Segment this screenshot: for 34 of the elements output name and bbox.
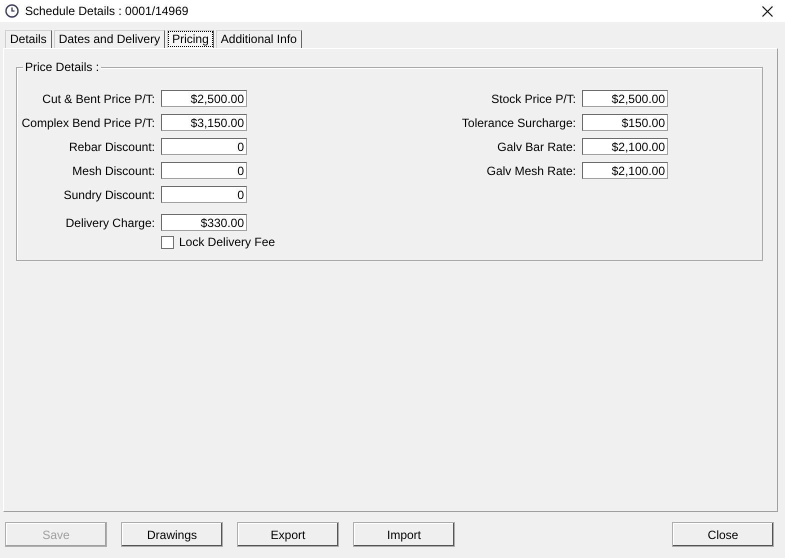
field-label: Rebar Discount: (68, 140, 155, 154)
field-label: Complex Bend Price P/T: (20, 116, 155, 130)
input-field[interactable]: $2,500.00 (161, 90, 247, 107)
window-title: Schedule Details : 0001/14969 (25, 4, 190, 18)
input-field[interactable]: $2,100.00 (582, 162, 668, 179)
lock-delivery-fee-checkbox[interactable]: Lock Delivery Fee (161, 235, 276, 249)
field-label: Cut & Bent Price P/T: (41, 92, 155, 106)
field-label: Tolerance Surcharge: (460, 116, 576, 130)
tab[interactable]: Pricing (167, 30, 214, 48)
input-field[interactable]: $3,150.00 (161, 114, 247, 131)
input-field[interactable]: $330.00 (161, 214, 247, 231)
field-label: Galv Mesh Rate: (486, 164, 576, 178)
tab[interactable]: Details (5, 30, 52, 48)
tab[interactable]: Dates and Delivery (54, 30, 166, 48)
field-label: Delivery Charge: (64, 216, 155, 230)
checkbox[interactable] (161, 236, 174, 248)
input-field[interactable]: $150.00 (582, 114, 668, 131)
dialog-button[interactable]: Close (672, 522, 774, 547)
field-label: Stock Price P/T: (490, 92, 576, 106)
tab[interactable]: Additional Info (216, 30, 302, 48)
dialog-button[interactable]: Import (353, 522, 455, 547)
group-title: Price Details : (23, 60, 102, 74)
close-icon[interactable] (762, 6, 773, 16)
input-field[interactable]: 0 (161, 186, 247, 203)
clock-icon (5, 4, 19, 18)
field-label: Sundry Discount: (62, 188, 155, 202)
field-label: Galv Bar Rate: (496, 140, 576, 154)
input-field[interactable]: 0 (161, 162, 247, 179)
dialog-button[interactable]: Drawings (121, 522, 223, 547)
dialog-button[interactable]: Export (237, 522, 339, 547)
input-field[interactable]: $2,500.00 (582, 90, 668, 107)
input-field[interactable]: 0 (161, 138, 247, 155)
input-field[interactable]: $2,100.00 (582, 138, 668, 155)
field-label: Mesh Discount: (71, 164, 155, 178)
